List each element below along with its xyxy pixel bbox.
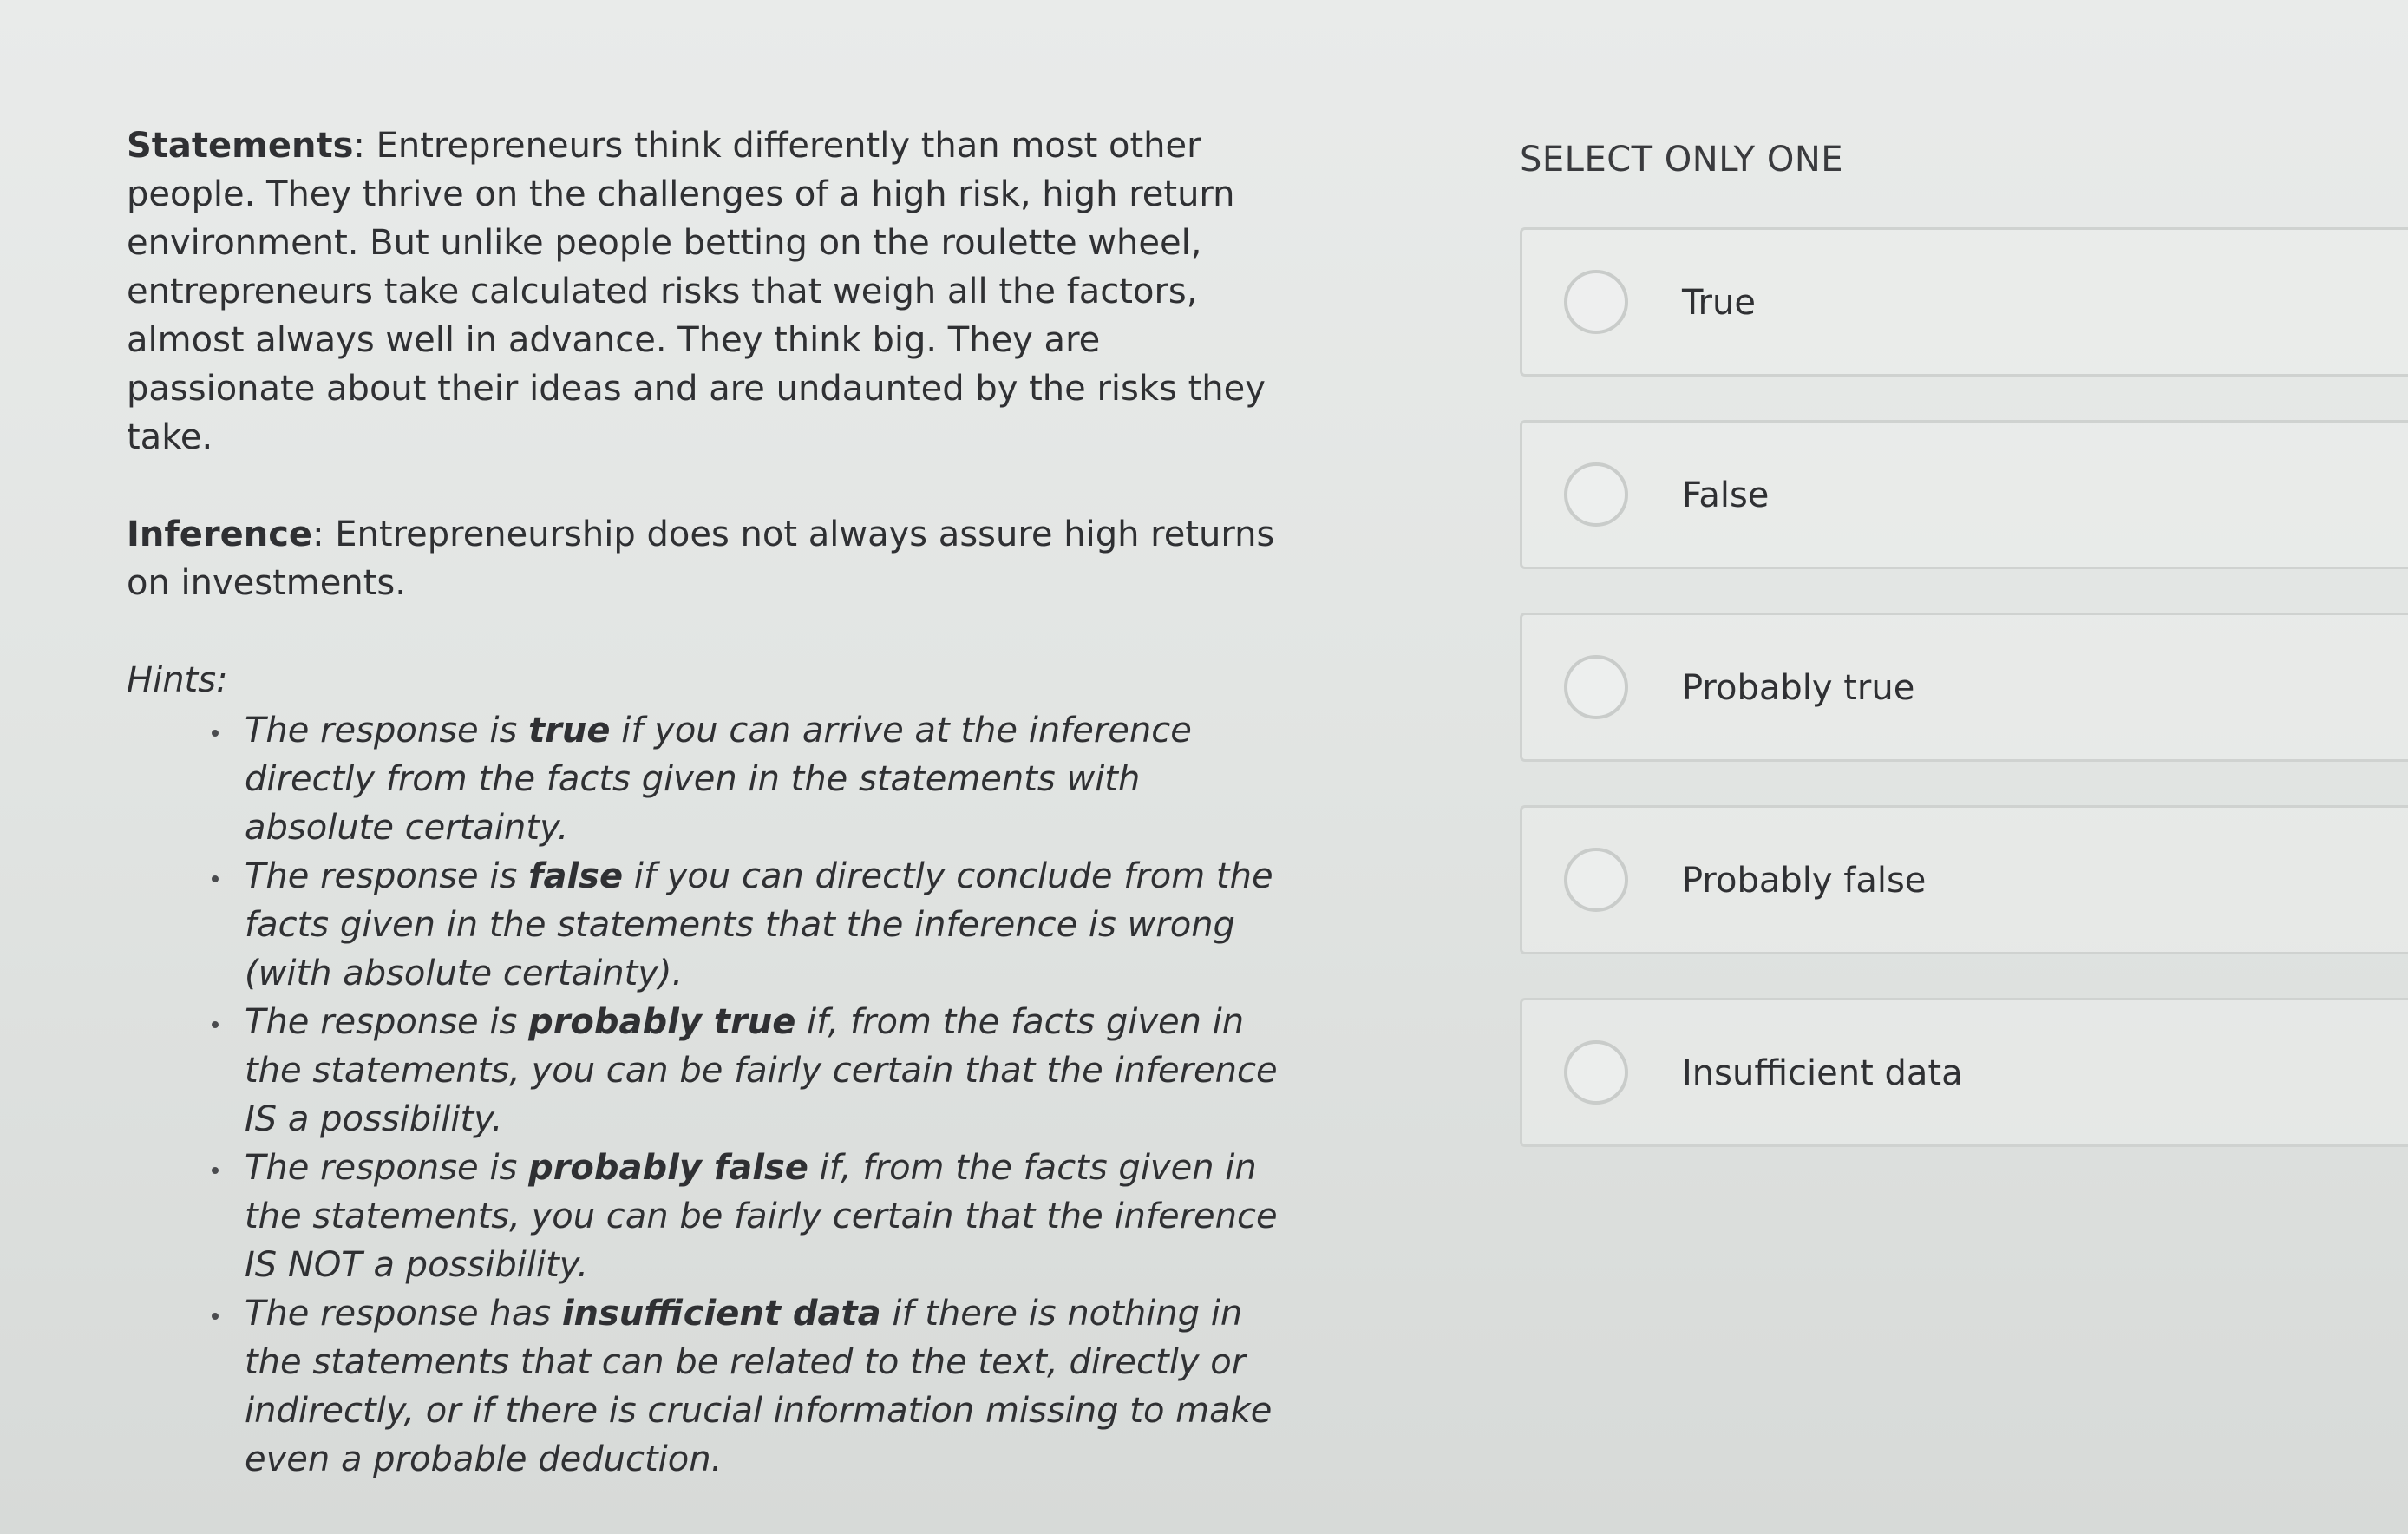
option-probably-false[interactable]: Probably false (1520, 805, 2408, 954)
radio-button[interactable] (1564, 462, 1628, 527)
option-insufficient-data[interactable]: Insufficient data (1520, 998, 2408, 1147)
option-true[interactable]: True (1520, 227, 2408, 377)
radio-button[interactable] (1564, 848, 1628, 912)
hints-list: The response is true if you can arrive a… (127, 706, 1280, 1484)
option-label: True (1682, 283, 1756, 323)
radio-button[interactable] (1564, 655, 1628, 719)
hint-text: The response is (245, 711, 529, 751)
hint-keyword: probably true (528, 1002, 796, 1042)
hint-item-true: The response is true if you can arrive a… (212, 706, 1280, 852)
inference-paragraph: Inference: Entrepreneurship does not alw… (127, 510, 1280, 607)
answer-options: True False Probably true Probably false … (1520, 227, 2408, 1190)
hint-text: The response has (245, 1294, 562, 1334)
inference-label: Inference (127, 515, 313, 554)
radio-button[interactable] (1564, 270, 1628, 334)
hint-keyword: false (528, 856, 624, 896)
hint-text: The response is (245, 1148, 529, 1188)
option-label: Probably true (1682, 668, 1915, 708)
statements-label: Statements (127, 126, 354, 166)
question-panel: Statements: Entrepreneurs think differen… (127, 121, 1280, 1484)
hint-text: The response is (245, 1002, 529, 1042)
hint-keyword: insufficient data (561, 1294, 881, 1334)
hints-title: Hints: (127, 660, 228, 700)
hint-keyword: true (528, 711, 611, 751)
option-false[interactable]: False (1520, 420, 2408, 569)
hint-item-probably-true: The response is probably true if, from t… (212, 998, 1280, 1144)
hint-item-insufficient-data: The response has insufficient data if th… (212, 1289, 1280, 1484)
hint-text: The response is (245, 856, 529, 896)
hint-item-false: The response is false if you can directl… (212, 852, 1280, 998)
statements-text: : Entrepreneurs think differently than m… (127, 126, 1266, 457)
option-label: Insufficient data (1682, 1053, 1963, 1093)
quiz-page: Statements: Entrepreneurs think differen… (0, 0, 2408, 1534)
select-instruction: SELECT ONLY ONE (1520, 140, 1844, 180)
hint-keyword: probably false (528, 1148, 808, 1188)
hint-item-probably-false: The response is probably false if, from … (212, 1144, 1280, 1289)
option-probably-true[interactable]: Probably true (1520, 613, 2408, 762)
statements-paragraph: Statements: Entrepreneurs think differen… (127, 121, 1280, 462)
radio-button[interactable] (1564, 1040, 1628, 1105)
option-label: False (1682, 475, 1770, 515)
option-label: Probably false (1682, 861, 1927, 901)
